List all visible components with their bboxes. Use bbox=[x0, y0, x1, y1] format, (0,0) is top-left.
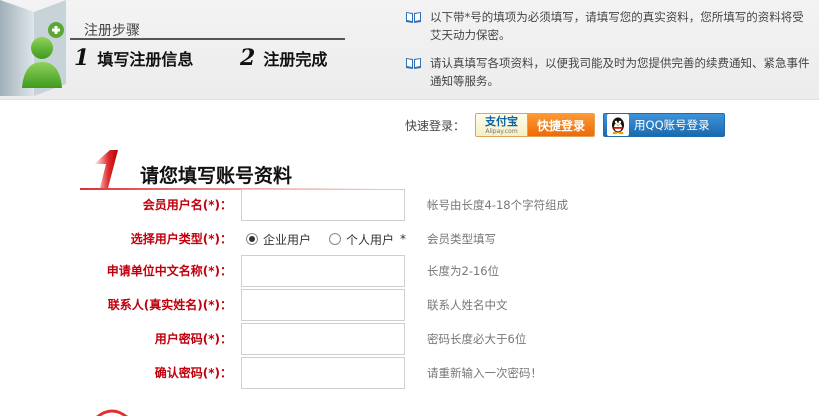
required-star: * bbox=[400, 232, 407, 246]
alipay-login-button[interactable]: 支付宝 Alipay.com 快捷登录 bbox=[475, 113, 596, 137]
user-add-icon bbox=[0, 0, 66, 96]
step-2-number: 2 bbox=[240, 45, 256, 71]
username-hint: 帐号由长度4-18个字符组成 bbox=[427, 198, 569, 212]
radio-dot-selected[interactable] bbox=[246, 233, 258, 245]
password-input[interactable] bbox=[241, 323, 405, 355]
step-2-label: 注册完成 bbox=[263, 50, 328, 69]
step-1: 1 填写注册信息 bbox=[74, 45, 193, 71]
form-row-company: 申请单位中文名称(*)： 长度为2-16位 bbox=[0, 255, 819, 287]
alipay-logo: 支付宝 Alipay.com bbox=[476, 114, 529, 136]
notice-item: 以下带*号的填项为必须填写，请填写您的真实资料，您所填写的资料将受艾天动力保密。 bbox=[405, 8, 815, 44]
step-2: 2 注册完成 bbox=[240, 45, 327, 71]
notice-text: 以下带*号的填项为必须填写，请填写您的真实资料，您所填写的资料将受艾天动力保密。 bbox=[430, 10, 804, 42]
form-row-username: 会员用户名(*)： 帐号由长度4-18个字符组成 bbox=[0, 189, 819, 221]
user-type-hint: 会员类型填写 bbox=[427, 232, 496, 246]
company-label: 申请单位中文名称(*)： bbox=[106, 264, 232, 278]
steps-title: 注册步骤 bbox=[84, 23, 140, 39]
personal-option-label: 个人用户 bbox=[346, 232, 395, 247]
alipay-domain-text: Alipay.com bbox=[485, 127, 518, 135]
alipay-brand-text: 支付宝 bbox=[485, 114, 519, 128]
section-title: 请您填写账号资料 bbox=[140, 166, 293, 187]
form-row-contact: 联系人(真实姓名)(*)： 联系人姓名中文 bbox=[0, 289, 819, 321]
notice-text: 请认真填写各项资料，以便我司能及时为您提供完善的续费通知、紧急事件通知等服务。 bbox=[430, 56, 810, 88]
next-section-badge-partial bbox=[96, 409, 128, 416]
book-icon bbox=[406, 12, 421, 23]
form-row-user-type: 选择用户类型(*)： 企业用户 个人用户 * 会员类型填写 bbox=[0, 223, 819, 255]
qq-login-button[interactable]: 用QQ账号登录 bbox=[603, 113, 726, 137]
quick-login-label: 快速登录： bbox=[405, 118, 466, 133]
username-label: 会员用户名(*)： bbox=[142, 198, 232, 212]
company-name-input[interactable] bbox=[241, 255, 405, 287]
radio-dot[interactable] bbox=[329, 233, 342, 245]
user-type-label: 选择用户类型(*)： bbox=[130, 232, 232, 246]
notice-list: 以下带*号的填项为必须填写，请填写您的真实资料，您所填写的资料将受艾天动力保密。… bbox=[405, 8, 815, 100]
confirm-password-label: 确认密码(*)： bbox=[154, 366, 232, 380]
qq-penguin-icon bbox=[607, 114, 630, 136]
form-row-confirm-password: 确认密码(*)： 请重新输入一次密码！ bbox=[0, 357, 819, 389]
user-type-enterprise-radio[interactable]: 企业用户 bbox=[246, 231, 311, 248]
username-input[interactable] bbox=[241, 189, 405, 221]
step-1-label: 填写注册信息 bbox=[97, 50, 194, 69]
steps-divider bbox=[70, 38, 345, 40]
contact-name-input[interactable] bbox=[241, 289, 405, 321]
alipay-login-label: 快捷登录 bbox=[528, 114, 595, 136]
step-1-number: 1 bbox=[74, 45, 90, 71]
form-row-password: 用户密码(*)： 密码长度必大于6位 bbox=[0, 323, 819, 355]
password-label: 用户密码(*)： bbox=[154, 332, 232, 346]
user-type-radio-group: 企业用户 个人用户 * bbox=[246, 223, 406, 255]
company-hint: 长度为2-16位 bbox=[427, 264, 500, 278]
confirm-password-input[interactable] bbox=[241, 357, 405, 389]
qq-login-label: 用QQ账号登录 bbox=[634, 118, 710, 132]
password-hint: 密码长度必大于6位 bbox=[427, 332, 527, 346]
confirm-password-hint: 请重新输入一次密码！ bbox=[427, 366, 542, 380]
enterprise-option-label: 企业用户 bbox=[263, 232, 312, 247]
book-icon bbox=[406, 58, 421, 69]
contact-hint: 联系人姓名中文 bbox=[427, 298, 508, 312]
user-type-personal-radio[interactable]: 个人用户 bbox=[329, 231, 394, 248]
notice-item: 请认真填写各项资料，以便我司能及时为您提供完善的续费通知、紧急事件通知等服务。 bbox=[405, 54, 815, 90]
quick-login-bar: 快速登录： 支付宝 Alipay.com 快捷登录 用QQ账号登录 bbox=[405, 113, 726, 137]
contact-label: 联系人(真实姓名)(*)： bbox=[107, 298, 232, 312]
